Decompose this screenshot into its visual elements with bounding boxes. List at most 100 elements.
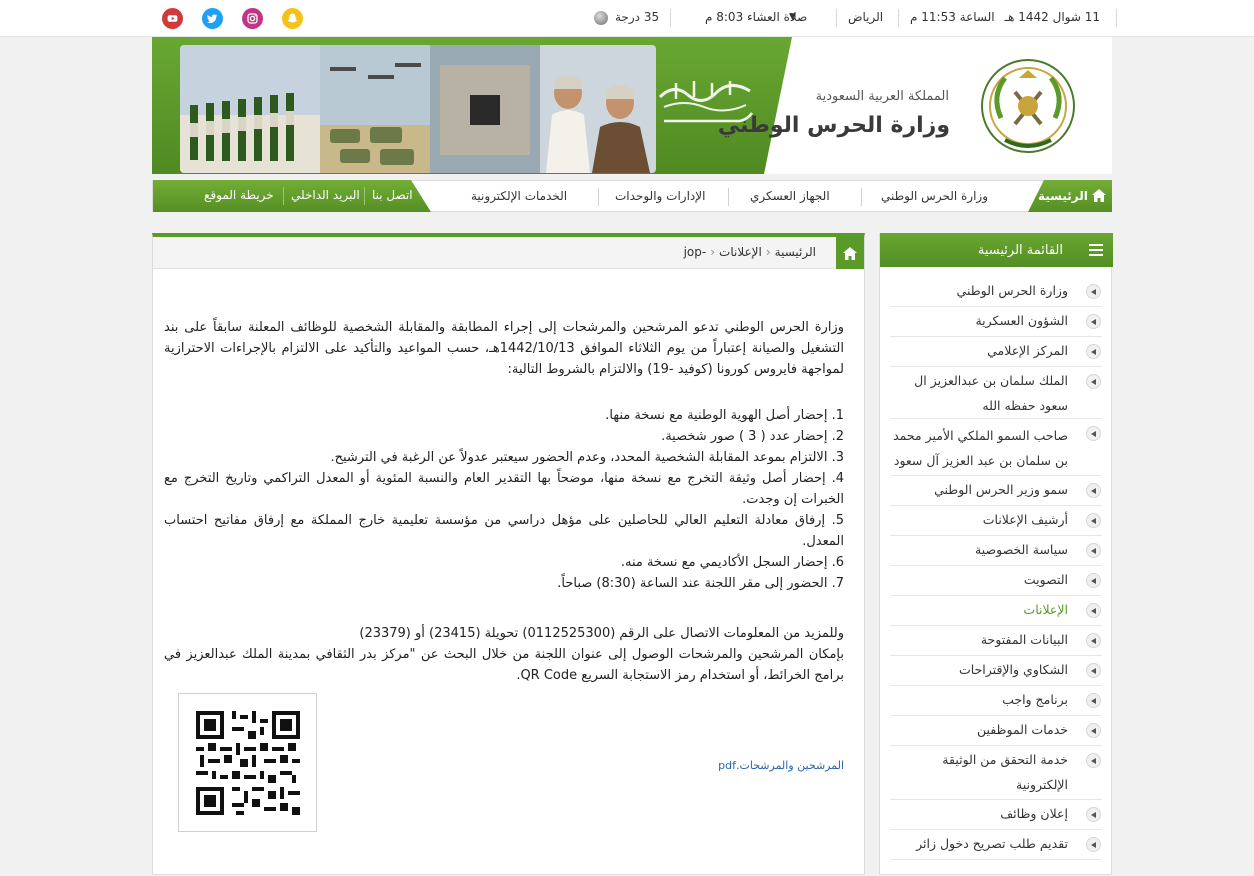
breadcrumb-current: -jop	[683, 245, 707, 259]
breadcrumb-home[interactable]: الرئيسية	[775, 245, 816, 259]
nav-contact-us[interactable]: اتصل بنا	[372, 188, 413, 202]
divider	[283, 187, 284, 205]
arrow-bullet-icon	[1086, 723, 1101, 738]
arrow-bullet-icon	[1086, 573, 1101, 588]
divider	[861, 188, 862, 206]
divider	[1116, 9, 1117, 27]
sidebar-item-privacy-policy[interactable]: سياسة الخصوصية	[890, 536, 1102, 566]
contact-info: وللمزيد من المعلومات الاتصال على الرقم (…	[359, 626, 844, 641]
arrow-bullet-icon	[1086, 513, 1101, 528]
directions-info: بإمكان المرشحين والمرشحات الوصول إلى عنو…	[164, 647, 844, 683]
home-icon	[843, 247, 857, 260]
weather-icon	[594, 11, 608, 25]
sidebar-item-label: إعلان وظائف	[1000, 806, 1068, 821]
sidebar-item-ministry[interactable]: وزارة الحرس الوطني	[890, 277, 1102, 307]
sidebar-item-wajib-program[interactable]: برنامج واجب	[890, 686, 1102, 716]
breadcrumb-home-button[interactable]	[836, 237, 864, 269]
arrow-bullet-icon	[1086, 284, 1101, 299]
nav-internal-mail[interactable]: البريد الداخلي	[291, 188, 360, 202]
sidebar-item-king[interactable]: الملك سلمان بن عبدالعزيز ال سعود حفظه ال…	[890, 367, 1102, 419]
city-name: الرياض	[848, 10, 884, 24]
current-time: الساعة 11:53 م	[910, 10, 995, 24]
banner-photo-collage	[180, 45, 656, 173]
arrow-bullet-icon	[1086, 807, 1101, 822]
sidebar-item-label: صاحب السمو الملكي الأمير محمد بن سلمان ب…	[893, 428, 1068, 468]
divider	[836, 9, 837, 27]
arrow-bullet-icon	[1086, 344, 1101, 359]
nav-home-tab[interactable]: الرئيسية	[1028, 180, 1112, 212]
instagram-icon[interactable]	[242, 8, 263, 29]
nav-ministry[interactable]: وزارة الحرس الوطني	[881, 189, 988, 203]
arrow-bullet-icon	[1086, 426, 1101, 441]
ministry-title[interactable]: وزارة الحرس الوطني	[718, 113, 950, 138]
nav-home-label: الرئيسية	[1038, 189, 1088, 203]
sidebar-item-visitor-permit[interactable]: تقديم طلب تصريح دخول زائر	[890, 830, 1102, 860]
nav-military-body[interactable]: الجهاز العسكري	[750, 189, 830, 203]
sidebar-item-open-data[interactable]: البيانات المفتوحة	[890, 626, 1102, 656]
arrow-bullet-icon	[1086, 633, 1101, 648]
sidebar-item-label: برنامج واجب	[1002, 692, 1068, 707]
qr-code-image	[178, 693, 317, 832]
sidebar-item-label: أرشيف الإعلانات	[982, 512, 1068, 527]
arrow-bullet-icon	[1086, 314, 1101, 329]
sidebar-item-label: سمو وزير الحرس الوطني	[934, 482, 1068, 497]
nav-site-map[interactable]: خريطة الموقع	[204, 188, 274, 202]
arrow-bullet-icon	[1086, 374, 1101, 389]
divider	[364, 187, 365, 205]
sidebar-item-label: التصويت	[1023, 572, 1068, 587]
youtube-icon[interactable]	[162, 8, 183, 29]
sidebar-item-label: سياسة الخصوصية	[975, 542, 1068, 557]
arrow-bullet-icon	[1086, 753, 1101, 768]
sidebar-item-label: خدمات الموظفين	[976, 722, 1068, 737]
main-menu-sidebar: القائمة الرئيسية وزارة الحرس الوطني الشؤ…	[879, 233, 1113, 875]
sidebar-item-document-verification[interactable]: خدمة التحقق من الوثيقة الإلكترونية	[890, 746, 1102, 800]
article-panel: الرئيسية‹الإعلانات‹-jop وزارة الحرس الوط…	[152, 233, 865, 875]
arrow-bullet-icon	[1086, 543, 1101, 558]
condition-item: 3. الالتزام بموعد المقابلة الشخصية المحد…	[330, 450, 844, 465]
sidebar-item-media-center[interactable]: المركز الإعلامي	[890, 337, 1102, 367]
nav-departments[interactable]: الإدارات والوحدات	[615, 189, 705, 203]
sidebar-item-label: الشكاوي والإقتراحات	[959, 662, 1068, 677]
sidebar-item-announcements[interactable]: الإعلانات	[890, 596, 1102, 626]
arrow-bullet-icon	[1086, 483, 1101, 498]
breadcrumb: الرئيسية‹الإعلانات‹-jop	[153, 237, 864, 269]
breadcrumb-trail: الرئيسية‹الإعلانات‹-jop	[684, 245, 816, 259]
sidebar-item-employee-services[interactable]: خدمات الموظفين	[890, 716, 1102, 746]
breadcrumb-section[interactable]: الإعلانات	[719, 245, 762, 259]
sidebar-item-military-affairs[interactable]: الشؤون العسكرية	[890, 307, 1102, 337]
sidebar-title: القائمة الرئيسية	[977, 243, 1063, 258]
prayer-dropdown-icon[interactable]: ▼	[789, 12, 796, 22]
menu-icon[interactable]	[1089, 244, 1103, 256]
conditions-list: 1. إحضار أصل الهوية الوطنية مع نسخة منها…	[164, 405, 844, 594]
country-name: المملكة العربية السعودية	[815, 89, 949, 104]
arrow-bullet-icon	[1086, 837, 1101, 852]
sidebar-item-label: خدمة التحقق من الوثيقة الإلكترونية	[942, 752, 1068, 792]
sidebar-item-label: تقديم طلب تصريح دخول زائر	[916, 836, 1068, 851]
sidebar-item-label: المركز الإعلامي	[987, 343, 1068, 358]
ministry-logo[interactable]	[979, 56, 1077, 156]
attachment-pdf-link[interactable]: المرشحين والمرشحات.pdf	[718, 759, 844, 772]
breadcrumb-chevron-icon: ‹	[765, 245, 771, 259]
twitter-icon[interactable]	[202, 8, 223, 29]
sidebar-item-announcements-archive[interactable]: أرشيف الإعلانات	[890, 506, 1102, 536]
breadcrumb-chevron-icon: ‹	[710, 245, 716, 259]
sidebar-item-minister[interactable]: سمو وزير الحرس الوطني	[890, 476, 1102, 506]
nav-eservices[interactable]: الخدمات الإلكترونية	[471, 189, 567, 203]
arrow-bullet-icon	[1086, 693, 1101, 708]
sidebar-item-label: الملك سلمان بن عبدالعزيز ال سعود حفظه ال…	[914, 373, 1068, 413]
snapchat-icon[interactable]	[282, 8, 303, 29]
sidebar-item-label: وزارة الحرس الوطني	[956, 283, 1068, 298]
sidebar-item-label: البيانات المفتوحة	[980, 632, 1068, 647]
sidebar-item-voting[interactable]: التصويت	[890, 566, 1102, 596]
sidebar-item-label: الشؤون العسكرية	[975, 313, 1068, 328]
divider	[670, 9, 671, 27]
sidebar-item-job-posting[interactable]: إعلان وظائف	[890, 800, 1102, 830]
top-bar: 11 شوال 1442 هـ الساعة 11:53 م الرياض صل…	[0, 0, 1254, 37]
sidebar-item-label: الإعلانات	[1023, 602, 1068, 617]
arrow-bullet-icon	[1086, 603, 1101, 618]
sidebar-item-complaints[interactable]: الشكاوي والإقتراحات	[890, 656, 1102, 686]
condition-item: 7. الحضور إلى مقر اللجنة عند الساعة (8:3…	[557, 576, 844, 591]
main-navigation: خريطة الموقع البريد الداخلي اتصل بنا الخ…	[152, 180, 1112, 212]
sidebar-item-crown-prince[interactable]: صاحب السمو الملكي الأمير محمد بن سلمان ب…	[890, 419, 1102, 476]
condition-item: 1. إحضار أصل الهوية الوطنية مع نسخة منها…	[605, 408, 844, 423]
